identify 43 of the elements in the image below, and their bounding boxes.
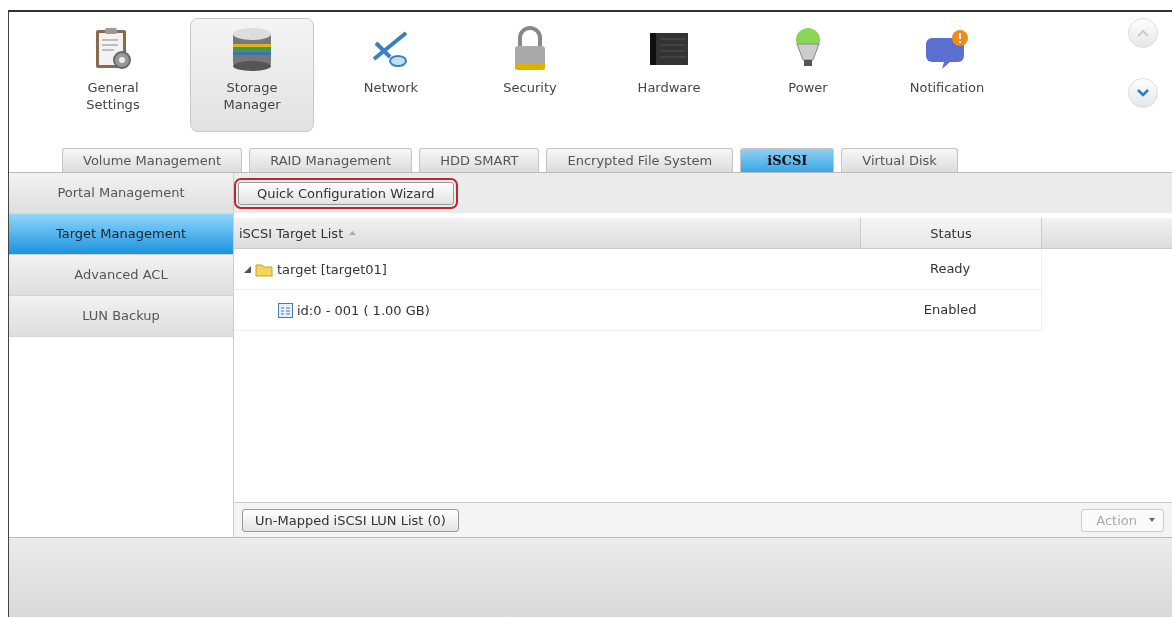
folder-icon	[255, 261, 273, 277]
clipboard-gear-icon	[93, 26, 133, 72]
disk-list-icon	[278, 302, 293, 318]
tab[interactable]: HDD SMART	[419, 148, 540, 172]
category-label: Notification	[909, 79, 985, 96]
table-row[interactable]: id:0 - 001 ( 1.00 GB) Enabled	[234, 290, 1042, 331]
status-cell: Enabled	[859, 290, 1042, 330]
collapse-triangle-icon[interactable]	[244, 265, 251, 273]
category-button[interactable]: Network	[329, 18, 453, 132]
unmapped-lun-list-button[interactable]: Un-Mapped iSCSI LUN List (0)	[242, 508, 459, 532]
target-name: id:0 - 001 ( 1.00 GB)	[297, 302, 430, 318]
column-header[interactable]: iSCSI Target List	[234, 218, 860, 248]
category-button[interactable]: General Settings	[51, 18, 175, 132]
column-header[interactable]: Status	[860, 218, 1042, 248]
tab[interactable]: iSCSI	[740, 148, 835, 172]
sidebar-item[interactable]: LUN Backup	[9, 296, 233, 337]
category-label: Power	[788, 79, 828, 96]
tab[interactable]: RAID Management	[249, 148, 413, 172]
sidebar-item[interactable]: Portal Management	[9, 173, 233, 214]
chevron-up-icon	[1137, 29, 1149, 37]
category-label: Network	[363, 79, 419, 96]
caret-icon	[1149, 518, 1155, 522]
sidebar-item[interactable]: Advanced ACL	[9, 255, 233, 296]
tab[interactable]: Virtual Disk	[841, 148, 958, 172]
status-cell: Ready	[859, 249, 1042, 289]
target-name: target [target01]	[277, 261, 387, 277]
scroll-down-button[interactable]	[1128, 78, 1158, 108]
category-label: General Settings	[86, 79, 140, 113]
category-label: Hardware	[637, 79, 701, 96]
category-button[interactable]: Hardware	[607, 18, 731, 132]
category-label: Storage Manager	[223, 79, 281, 113]
padlock-icon	[512, 26, 548, 72]
tab[interactable]: Encrypted File System	[546, 148, 734, 172]
category-button[interactable]: Notification	[885, 18, 1009, 132]
table-row[interactable]: target [target01] Ready	[234, 249, 1042, 290]
tab[interactable]: Volume Management	[62, 148, 243, 172]
chevron-down-icon	[1137, 89, 1149, 97]
category-button[interactable]: Power	[746, 18, 870, 132]
category-button[interactable]: Storage Manager	[190, 18, 314, 132]
sort-up-icon	[349, 231, 357, 235]
category-button[interactable]: Security	[468, 18, 592, 132]
category-label: Security	[503, 79, 557, 96]
sidebar-item[interactable]: Target Management	[9, 214, 233, 255]
